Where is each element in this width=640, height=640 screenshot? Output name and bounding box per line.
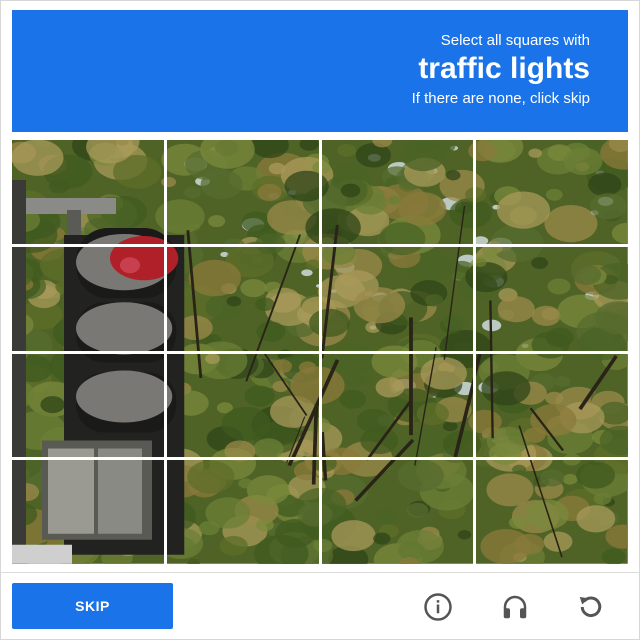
tile-photo: [167, 140, 319, 244]
skip-button[interactable]: SKIP: [12, 583, 173, 629]
image-tile[interactable]: [476, 354, 628, 458]
tile-photo: [12, 460, 164, 564]
image-tile[interactable]: [322, 140, 474, 244]
tile-photo: [12, 140, 164, 244]
info-button[interactable]: [418, 587, 458, 627]
tile-photo: [476, 140, 628, 244]
headphones-icon: [500, 592, 530, 622]
image-tile[interactable]: [167, 140, 319, 244]
target-object-label: traffic lights: [12, 52, 590, 86]
tile-photo: [476, 247, 628, 351]
image-tile[interactable]: [322, 354, 474, 458]
tile-photo: [167, 460, 319, 564]
audio-challenge-button[interactable]: [495, 587, 535, 627]
instruction-text: Select all squares with: [12, 32, 590, 50]
reload-icon: [576, 592, 606, 622]
info-icon: [423, 592, 453, 622]
image-tile[interactable]: [322, 247, 474, 351]
tile-photo: [322, 140, 474, 244]
tile-photo: [322, 354, 474, 458]
image-tile[interactable]: [12, 247, 164, 351]
image-tile[interactable]: [322, 460, 474, 564]
image-tile[interactable]: [476, 247, 628, 351]
tile-photo: [322, 247, 474, 351]
image-tile[interactable]: [167, 460, 319, 564]
tile-photo: [167, 247, 319, 351]
image-tile[interactable]: [167, 354, 319, 458]
reload-button[interactable]: [571, 587, 611, 627]
image-tile[interactable]: [12, 140, 164, 244]
challenge-header: Select all squares with traffic lights I…: [12, 10, 628, 132]
tile-photo: [322, 460, 474, 564]
image-tile[interactable]: [12, 354, 164, 458]
tile-photo: [476, 354, 628, 458]
captcha-footer: SKIP: [0, 572, 640, 640]
image-grid: [12, 140, 628, 564]
image-tile[interactable]: [12, 460, 164, 564]
tile-photo: [167, 354, 319, 458]
image-tile[interactable]: [476, 140, 628, 244]
skip-hint-text: If there are none, click skip: [12, 90, 590, 108]
tile-photo: [12, 354, 164, 458]
tile-photo: [12, 247, 164, 351]
image-tile[interactable]: [167, 247, 319, 351]
image-tile[interactable]: [476, 460, 628, 564]
tile-photo: [476, 460, 628, 564]
